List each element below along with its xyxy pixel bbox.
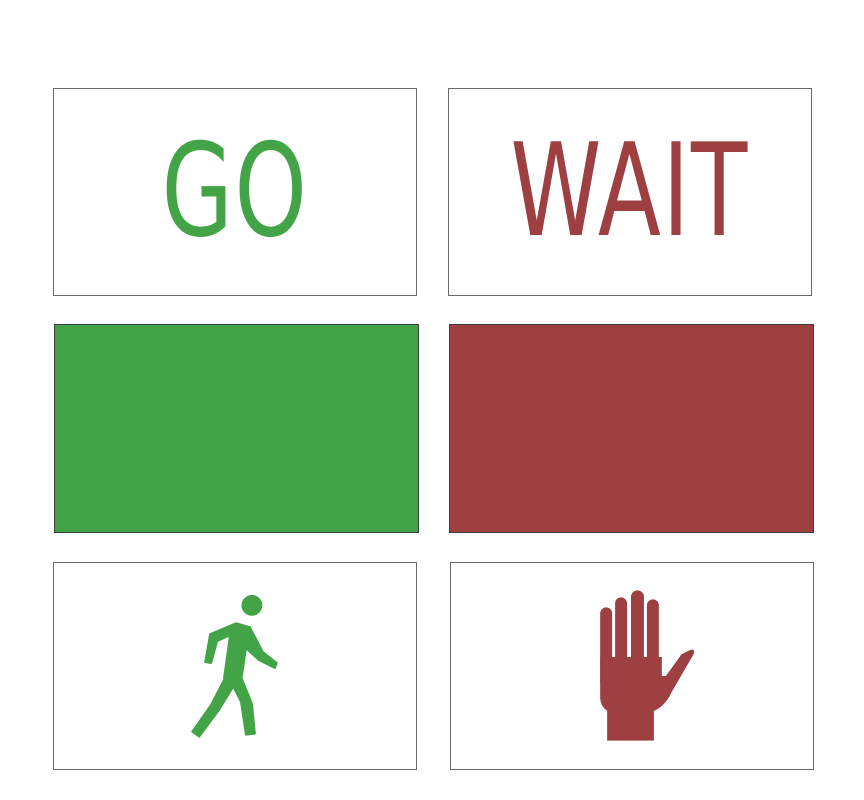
go-label: GO — [161, 117, 309, 266]
go-icon-panel — [53, 562, 417, 770]
go-color-swatch — [54, 324, 419, 533]
wait-icon-panel — [450, 562, 814, 770]
wait-color-swatch — [449, 324, 814, 533]
wait-label-panel: WAIT — [448, 88, 812, 296]
wait-label: WAIT — [510, 117, 750, 266]
go-label-panel: GO — [53, 88, 417, 296]
raised-hand-icon — [600, 590, 695, 741]
walking-person-icon — [191, 594, 278, 738]
